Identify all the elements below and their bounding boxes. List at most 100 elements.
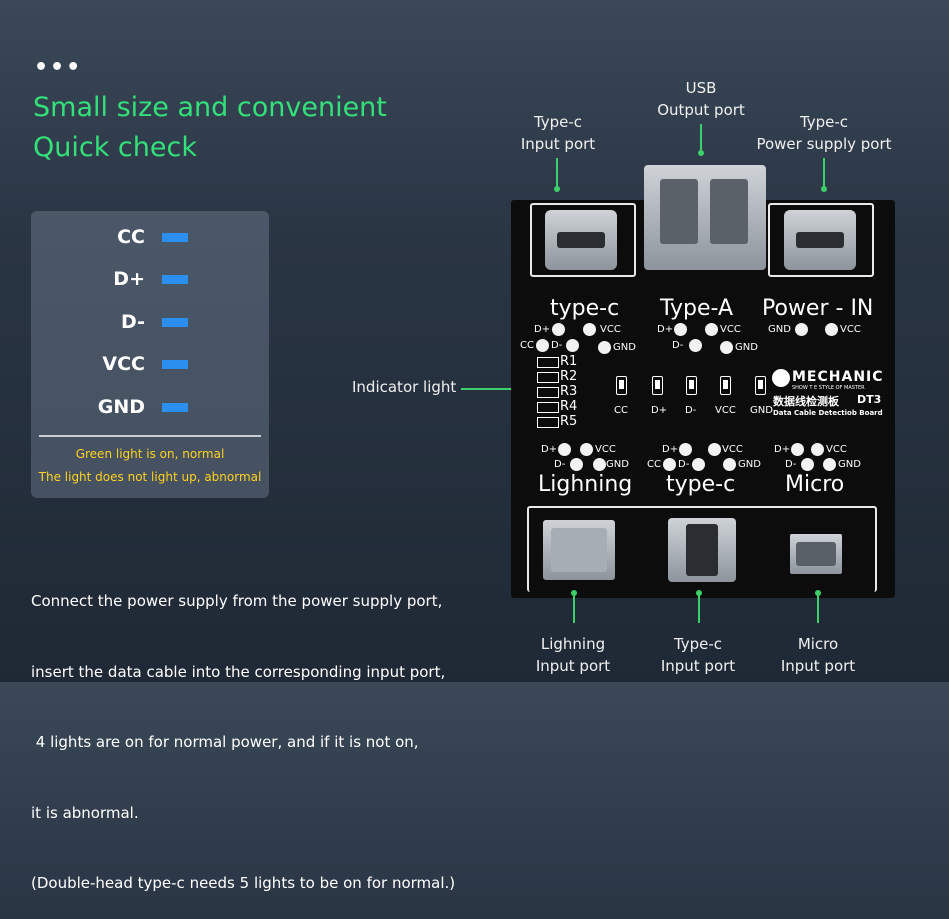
- callout-typec-input: Type-c Input port: [520, 113, 596, 153]
- product-model: DT3: [857, 393, 882, 406]
- lightning-input-port: [543, 520, 615, 580]
- callout-dot: [821, 186, 827, 192]
- board-label-typec: type-c: [550, 296, 620, 321]
- pin-label: GND: [606, 459, 629, 470]
- test-led: [674, 323, 687, 336]
- test-led: [689, 339, 702, 352]
- pin-label: CC: [520, 340, 534, 351]
- legend-item-vcc: VCC: [31, 349, 269, 379]
- test-led: [536, 339, 549, 352]
- pin-label: D-: [785, 459, 797, 470]
- legend-label: VCC: [102, 353, 145, 375]
- pin-label: VCC: [840, 324, 861, 335]
- pin-label: D-: [551, 340, 563, 351]
- test-led: [708, 443, 721, 456]
- pin-label: GND: [768, 324, 791, 335]
- led-bar-icon: [162, 275, 188, 284]
- callout-line: [573, 593, 575, 623]
- indicator-led-gnd: [755, 376, 766, 395]
- instructions-line: Connect the power supply from the power …: [31, 592, 443, 610]
- indicator-led-vcc: [720, 376, 731, 395]
- instructions-line: insert the data cable into the correspon…: [31, 662, 446, 681]
- instructions-line: (Double-head type-c needs 5 lights to be…: [31, 874, 456, 892]
- indicator-led-dminus: [686, 376, 697, 395]
- callout-micro-input: Micro Input port: [780, 635, 856, 675]
- legend-label: D-: [120, 311, 145, 333]
- legend-note-abnormal: The light does not light up, abnormal: [38, 470, 262, 484]
- board-label-lightning: Lighning: [538, 472, 633, 497]
- legend-label: GND: [97, 396, 145, 418]
- indicator-label: D+: [651, 405, 668, 416]
- resistor-label: R4: [560, 399, 578, 414]
- board-label-typec-bottom: type-c: [666, 472, 736, 497]
- test-led: [566, 339, 579, 352]
- board-label-micro: Micro: [785, 472, 845, 497]
- pin-label: D+: [774, 444, 791, 455]
- indicator-label: CC: [614, 405, 628, 416]
- test-led: [825, 323, 838, 336]
- micro-input-port: [790, 534, 842, 574]
- brand-name: MECHANIC: [792, 369, 884, 385]
- typec-power-port: [784, 210, 856, 270]
- legend-note-normal: Green light is on, normal: [75, 447, 225, 461]
- resistor-icon: [537, 387, 559, 398]
- test-led: [705, 323, 718, 336]
- usb-a-output-port: [644, 165, 766, 270]
- ellipsis-icon: •••: [34, 55, 83, 80]
- test-led: [580, 443, 593, 456]
- legend-item-gnd: GND: [31, 392, 269, 422]
- test-led: [679, 443, 692, 456]
- callout-indicator-light: Indicator light: [352, 378, 457, 396]
- board-label-typea: Type-A: [660, 296, 734, 321]
- callout-lightning-input: Lighning Input port: [535, 635, 611, 675]
- legend-item-dplus: D+: [31, 264, 269, 294]
- resistor-icon: [537, 417, 559, 428]
- test-led: [723, 458, 736, 471]
- callout-line: [556, 158, 558, 188]
- pin-label: VCC: [600, 324, 621, 335]
- test-led: [663, 458, 676, 471]
- brand-tagline: SHOW T E STYLE OF MASTER: [792, 385, 865, 391]
- test-led: [823, 458, 836, 471]
- instructions-line: 4 lights are on for normal power, and if…: [31, 733, 419, 751]
- resistor-label: R3: [560, 384, 578, 399]
- pin-label: GND: [735, 342, 758, 353]
- test-led: [552, 323, 565, 336]
- legend-label: CC: [117, 226, 145, 248]
- callout-typec-power: Type-c Power supply port: [756, 113, 892, 153]
- headline: Small size and convenient Quick check: [33, 88, 387, 168]
- test-led: [791, 443, 804, 456]
- pin-label: VCC: [826, 444, 847, 455]
- pin-label: GND: [613, 342, 636, 353]
- board-label-power-in: Power - IN: [762, 296, 874, 321]
- legend-divider: [39, 435, 261, 437]
- pin-label: GND: [838, 459, 861, 470]
- led-bar-icon: [162, 233, 188, 242]
- instructions-text: Connect the power supply from the power …: [31, 543, 455, 919]
- test-led: [801, 458, 814, 471]
- pin-label: VCC: [720, 324, 741, 335]
- pin-label: CC: [647, 459, 661, 470]
- callout-line: [823, 158, 825, 188]
- indicator-label: GND: [750, 405, 773, 416]
- indicator-led-dplus: [652, 376, 663, 395]
- product-name-en: Data Cable Detectiob Board: [773, 409, 883, 417]
- indicator-label: VCC: [715, 405, 736, 416]
- test-led: [720, 341, 733, 354]
- legend-card: CC D+ D- VCC GND Green light is on, norm…: [31, 211, 269, 498]
- headline-line2: Quick check: [33, 132, 197, 163]
- test-led: [558, 443, 571, 456]
- legend-label: D+: [113, 268, 145, 290]
- resistor-label: R2: [560, 369, 578, 384]
- callout-typec-input-bottom: Type-c Input port: [660, 635, 736, 675]
- pin-label: D+: [657, 324, 674, 335]
- test-led: [583, 323, 596, 336]
- led-bar-icon: [162, 360, 188, 369]
- callout-line: [698, 593, 700, 623]
- callout-line: [817, 593, 819, 623]
- product-name-cn: 数据线检测板: [773, 395, 839, 408]
- pin-label: D+: [534, 324, 551, 335]
- pin-label: D-: [554, 459, 566, 470]
- resistor-label: R5: [560, 414, 578, 429]
- typec-input-port: [545, 210, 617, 270]
